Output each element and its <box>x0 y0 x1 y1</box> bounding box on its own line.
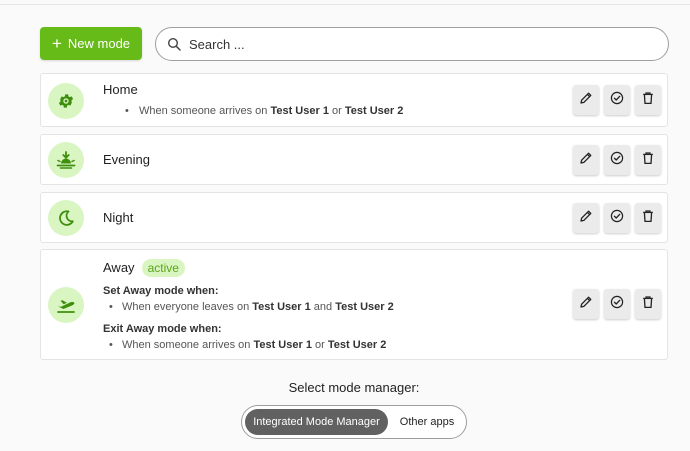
set-heading: Set Away mode when: <box>103 285 219 297</box>
activate-button[interactable] <box>604 85 630 115</box>
exit-condition: When someone arrives on Test User 1 or T… <box>122 339 386 351</box>
activate-button[interactable] <box>604 289 630 319</box>
check-circle-icon <box>610 295 624 314</box>
active-badge: active <box>141 259 185 277</box>
mode-actions <box>573 203 661 233</box>
plus-icon: + <box>51 34 62 53</box>
trash-icon <box>641 91 655 110</box>
bullet: • <box>125 105 129 117</box>
moon-icon <box>48 200 84 236</box>
sunset-icon <box>48 142 84 178</box>
condition-text: When everyone leaves on <box>122 301 253 313</box>
condition-user: Test User 2 <box>344 105 404 117</box>
condition-join: and <box>310 301 336 313</box>
condition-text: When someone arrives on <box>139 105 271 117</box>
new-mode-button[interactable]: + New mode <box>40 27 142 60</box>
pencil-icon <box>579 209 593 228</box>
mode-manager-toggle: Integrated Mode Manager Other apps <box>241 405 467 439</box>
option-other-apps[interactable]: Other apps <box>390 409 464 435</box>
mode-title: Home <box>103 82 138 97</box>
condition-user: Test User 1 <box>270 105 329 117</box>
condition-user: Test User 2 <box>327 339 387 351</box>
mode-manager-label: Select mode manager: <box>288 380 420 395</box>
bullet: • <box>109 301 113 313</box>
mode-actions <box>573 145 661 175</box>
mode-card-night: Night <box>40 192 668 243</box>
search-box[interactable] <box>155 27 669 61</box>
check-circle-icon <box>610 91 624 110</box>
mode-card-home: Home • When someone arrives on Test User… <box>40 73 668 127</box>
set-condition: When everyone leaves on Test User 1 and … <box>122 301 394 313</box>
option-integrated-mode-manager[interactable]: Integrated Mode Manager <box>245 409 388 435</box>
mode-card-away: Away active Set Away mode when: • When ev… <box>40 249 668 360</box>
mode-title: Away <box>103 260 135 275</box>
condition-user: Test User 1 <box>252 301 311 313</box>
mode-card-evening: Evening <box>40 134 668 185</box>
delete-button[interactable] <box>635 289 661 319</box>
mode-title: Evening <box>103 152 150 167</box>
plane-departure-icon <box>48 287 84 323</box>
mode-actions <box>573 85 661 115</box>
delete-button[interactable] <box>635 145 661 175</box>
activate-button[interactable] <box>604 145 630 175</box>
condition-join: or <box>328 105 345 117</box>
new-mode-label: New mode <box>67 36 131 51</box>
pencil-icon <box>579 151 593 170</box>
gear-icon <box>48 83 84 119</box>
edit-button[interactable] <box>573 145 599 175</box>
exit-heading: Exit Away mode when: <box>103 323 222 335</box>
mode-title: Night <box>103 210 134 225</box>
activate-button[interactable] <box>604 203 630 233</box>
delete-button[interactable] <box>635 203 661 233</box>
mode-title-row: Away active <box>103 259 185 277</box>
mode-actions <box>573 289 661 319</box>
mode-condition: When someone arrives on Test User 1 or T… <box>139 105 403 117</box>
condition-user: Test User 2 <box>335 301 394 313</box>
edit-button[interactable] <box>573 203 599 233</box>
pencil-icon <box>579 295 593 314</box>
top-divider <box>0 4 690 5</box>
trash-icon <box>641 295 655 314</box>
condition-user: Test User 1 <box>253 339 312 351</box>
condition-text: When someone arrives on <box>122 339 254 351</box>
delete-button[interactable] <box>635 85 661 115</box>
search-input[interactable] <box>187 35 641 53</box>
trash-icon <box>641 151 655 170</box>
edit-button[interactable] <box>573 289 599 319</box>
check-circle-icon <box>610 209 624 228</box>
condition-join: or <box>311 339 328 351</box>
edit-button[interactable] <box>573 85 599 115</box>
toolbar: + New mode <box>40 27 669 61</box>
search-icon <box>167 37 181 51</box>
trash-icon <box>641 209 655 228</box>
bullet: • <box>109 339 113 351</box>
pencil-icon <box>579 91 593 110</box>
check-circle-icon <box>610 151 624 170</box>
